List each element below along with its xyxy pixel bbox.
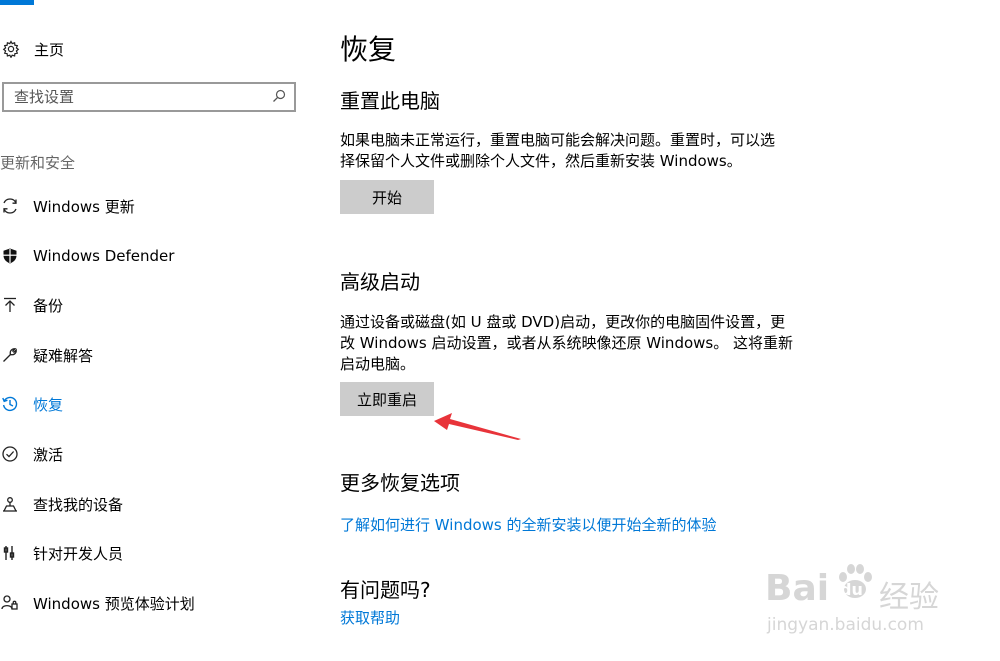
sidebar: 主页 更新和安全 Windows 更新 Windows Defende [0,0,310,661]
reset-description-line: 择保留个人文件或删除个人文件，然后重新安装 Windows。 [340,152,742,170]
help-heading: 有问题吗? [340,578,431,602]
sidebar-item-activation[interactable]: 激活 [0,441,63,467]
get-help-link[interactable]: 获取帮助 [340,607,400,628]
sidebar-item-backup[interactable]: 备份 [0,292,63,318]
reset-pc-description: 如果电脑未正常运行，重置电脑可能会解决问题。重置时，可以选 择保留个人文件或删除… [340,130,810,172]
sidebar-item-troubleshoot[interactable]: 疑难解答 [0,342,93,368]
gear-icon [2,40,20,58]
find-device-icon [1,495,19,513]
search-input[interactable] [14,88,254,106]
sidebar-item-windows-defender[interactable]: Windows Defender [0,243,174,269]
sidebar-item-label: Windows Defender [33,247,175,265]
search-icon[interactable] [272,88,286,107]
shield-icon [1,247,19,265]
insider-person-icon [1,594,19,612]
advanced-startup-description: 通过设备或磁盘(如 U 盘或 DVD)启动，更改你的电脑固件设置，更 改 Win… [340,312,810,375]
sidebar-item-label: 针对开发人员 [33,544,124,563]
advanced-startup-heading: 高级启动 [340,270,420,294]
sidebar-item-windows-insider[interactable]: Windows 预览体验计划 [0,590,195,616]
sidebar-item-label: 恢复 [33,395,64,414]
sidebar-item-label: Windows 更新 [33,197,135,216]
watermark-brand-du: du [840,580,863,599]
sidebar-home[interactable]: 主页 [0,36,64,62]
reset-description-line: 如果电脑未正常运行，重置电脑可能会解决问题。重置时，可以选 [340,131,776,149]
check-circle-icon [1,445,19,463]
reset-pc-heading: 重置此电脑 [340,89,440,113]
developer-tools-icon [1,544,19,562]
sidebar-item-recovery[interactable]: 恢复 [0,391,63,417]
sidebar-item-find-my-device[interactable]: 查找我的设备 [0,491,123,517]
watermark-url: jingyan.baidu.com [767,615,924,635]
watermark-brand-bai: Bai [765,568,830,609]
wrench-icon [1,346,19,364]
sidebar-item-label: 备份 [33,296,64,315]
section-label: 更新和安全 [0,154,76,172]
annotation-arrow [434,413,521,440]
sidebar-item-for-developers[interactable]: 针对开发人员 [0,540,123,566]
refresh-icon [1,197,19,215]
sidebar-home-label: 主页 [34,40,65,59]
fresh-install-link[interactable]: 了解如何进行 Windows 的全新安装以便开始全新的体验 [340,514,717,535]
advanced-description-line: 改 Windows 启动设置，或者从系统映像还原 Windows。 这将重新 [340,334,793,352]
backup-arrow-icon [1,296,19,314]
sidebar-item-label: 查找我的设备 [33,495,124,514]
sidebar-item-windows-update[interactable]: Windows 更新 [0,193,135,219]
watermark-brand-cn: 经验 [879,580,939,615]
sidebar-item-label: Windows 预览体验计划 [33,594,195,613]
more-recovery-options-heading: 更多恢复选项 [340,471,460,495]
sidebar-item-label: 疑难解答 [33,346,94,365]
advanced-description-line: 通过设备或磁盘(如 U 盘或 DVD)启动，更改你的电脑固件设置，更 [340,313,786,331]
search-box[interactable] [2,82,296,112]
page-title: 恢复 [340,33,397,66]
start-reset-button[interactable]: 开始 [340,180,434,214]
restart-now-button[interactable]: 立即重启 [340,382,434,416]
baidu-watermark: Bai du 经验 jingyan.baidu.com [765,560,950,640]
advanced-description-line: 启动电脑。 [340,355,416,373]
history-icon [1,395,19,413]
sidebar-item-label: 激活 [33,445,64,464]
